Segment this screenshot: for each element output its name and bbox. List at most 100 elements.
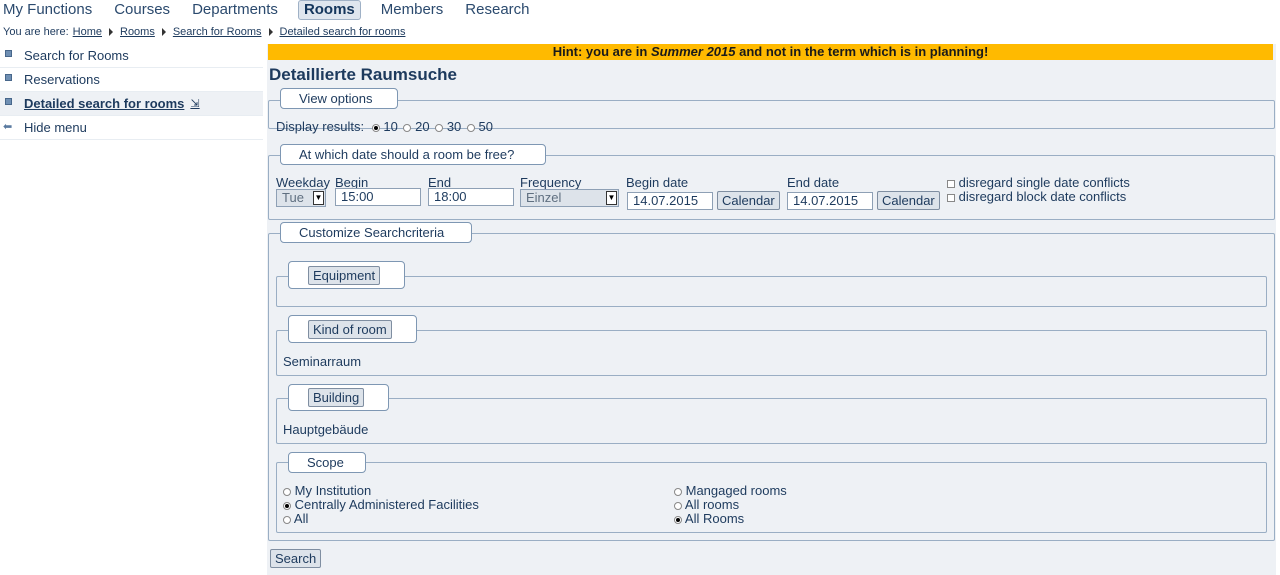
hint-text-before: Hint: you are in	[552, 44, 651, 59]
begin-date-calendar-button[interactable]: Calendar	[717, 191, 780, 210]
view-options-legend-text: View options	[299, 91, 373, 106]
sidebar-item-label: Reservations	[24, 72, 100, 87]
mouse-cursor-icon: ⇲	[190, 98, 200, 110]
search-button[interactable]: Search	[270, 549, 322, 568]
date-legend: At which date should a room be free?	[280, 144, 546, 165]
bullet-icon	[5, 50, 12, 57]
bullet-icon	[5, 74, 12, 81]
end-date-input[interactable]: 14.07.2015	[787, 192, 873, 210]
scope-my-institution-label: My Institution	[294, 483, 372, 498]
weekday-label: Weekday	[276, 175, 330, 190]
results-20-label: 20	[415, 119, 430, 134]
nav-research[interactable]: Research	[455, 1, 539, 19]
end-date-label: End date	[787, 175, 840, 190]
scope-my-institution-option: My Institution	[283, 483, 371, 498]
results-30-radio[interactable]	[435, 123, 444, 132]
disregard-block-checkbox[interactable]	[947, 193, 955, 202]
dropdown-arrow-icon: ▼	[313, 191, 324, 205]
breadcrumb-prefix: You are here:	[3, 26, 69, 38]
disregard-single-checkbox[interactable]	[947, 179, 955, 188]
breadcrumb-home[interactable]: Home	[73, 26, 102, 38]
criteria-legend-text: Customize Searchcriteria	[299, 225, 445, 240]
scope-central-facilities-label: Centrally Administered Facilities	[294, 497, 479, 512]
equipment-fieldset	[276, 276, 1267, 307]
breadcrumb-search-for-rooms[interactable]: Search for Rooms	[173, 26, 262, 38]
frequency-label: Frequency	[520, 175, 582, 190]
scope-all-label: All	[293, 511, 309, 526]
breadcrumb-detailed-search[interactable]: Detailed search for rooms	[280, 26, 406, 38]
view-options-legend: View options	[280, 88, 398, 109]
sidebar-item-label: Hide menu	[24, 120, 87, 135]
end-date-calendar-button[interactable]: Calendar	[877, 191, 940, 210]
main-content: Hint: you are in Summer 2015 and not in …	[267, 44, 1276, 575]
nav-courses[interactable]: Courses	[104, 1, 180, 19]
scope-my-institution-radio[interactable]	[283, 487, 291, 496]
hint-term: Summer 2015	[650, 44, 736, 59]
results-50-label: 50	[478, 119, 494, 134]
nav-members[interactable]: Members	[371, 1, 454, 19]
scope-all-rooms-option: All rooms	[674, 497, 739, 512]
scope-central-facilities-radio[interactable]	[283, 501, 291, 510]
nav-rooms[interactable]: Rooms	[297, 0, 361, 20]
scope-managed-rooms-radio[interactable]	[674, 487, 682, 496]
display-results-label: Display results:	[276, 119, 365, 134]
building-value: Hauptgebäude	[283, 422, 369, 437]
disregard-single-option: disregard single date conflicts	[947, 175, 1130, 190]
equipment-legend: Equipment	[288, 261, 405, 289]
breadcrumb-separator-icon	[161, 28, 166, 36]
building-button[interactable]: Building	[308, 388, 365, 407]
sidebar-item-hide-menu[interactable]: ⬅ Hide menu	[0, 116, 263, 140]
kind-of-room-button[interactable]: Kind of room	[308, 319, 392, 339]
scope-all-rooms-radio[interactable]	[674, 501, 682, 510]
scope-all-option: All	[283, 511, 308, 526]
kind-of-room-fieldset	[276, 330, 1267, 376]
sidebar-item-search-for-rooms[interactable]: Search for Rooms	[0, 44, 263, 68]
results-30-label: 30	[446, 119, 462, 134]
results-20-radio[interactable]	[403, 123, 412, 132]
scope-all-rooms-label: All rooms	[684, 497, 740, 512]
breadcrumb-separator-icon	[109, 28, 113, 36]
building-fieldset	[276, 398, 1267, 444]
results-10-radio[interactable]	[371, 123, 380, 132]
hint-text-after: and not in the term which is in planning…	[735, 44, 989, 59]
date-legend-text: At which date should a room be free?	[299, 147, 515, 162]
top-navigation: My Functions Courses Departments Rooms M…	[0, 0, 542, 20]
results-50-radio[interactable]	[466, 123, 475, 132]
disregard-single-label: disregard single date conflicts	[958, 175, 1130, 190]
scope-managed-rooms-label: Mangaged rooms	[685, 483, 787, 498]
kind-of-room-legend: Kind of room	[288, 315, 417, 343]
scope-all-rooms-global-label: All Rooms	[684, 511, 745, 526]
frequency-value: Einzel	[526, 190, 562, 205]
breadcrumb-separator-icon	[268, 28, 273, 36]
sidebar: Search for Rooms Reservations Detailed s…	[0, 44, 263, 140]
disregard-block-label: disregard block date conflicts	[958, 189, 1127, 204]
scope-all-rooms-global-option: All Rooms	[674, 511, 744, 526]
nav-my-functions[interactable]: My Functions	[0, 1, 102, 19]
building-legend: Building	[288, 384, 389, 411]
dropdown-arrow-icon: ▼	[606, 191, 617, 205]
kind-of-room-value: Seminarraum	[283, 354, 362, 369]
end-time-input[interactable]: 18:00	[428, 188, 514, 206]
sidebar-item-detailed-search[interactable]: Detailed search for rooms ⇲	[0, 92, 263, 116]
begin-time-input[interactable]: 15:00	[335, 188, 421, 206]
frequency-select[interactable]: Einzel ▼	[520, 189, 619, 207]
bullet-icon	[5, 98, 12, 105]
breadcrumb-rooms[interactable]: Rooms	[120, 26, 155, 38]
sidebar-item-reservations[interactable]: Reservations	[0, 68, 263, 92]
sidebar-item-label: Detailed search for rooms	[24, 96, 185, 111]
nav-departments[interactable]: Departments	[182, 1, 288, 19]
begin-date-input[interactable]: 14.07.2015	[627, 192, 713, 210]
begin-date-label: Begin date	[626, 175, 689, 190]
scope-central-facilities-option: Centrally Administered Facilities	[283, 497, 479, 512]
scope-legend-text: Scope	[307, 455, 344, 470]
display-results-group: Display results: 10 20 30 50	[276, 119, 493, 134]
scope-all-rooms-global-radio[interactable]	[674, 515, 682, 524]
weekday-value: Tue	[282, 190, 304, 205]
weekday-select[interactable]: Tue ▼	[276, 189, 326, 207]
results-10-label: 10	[383, 119, 398, 134]
term-hint-banner: Hint: you are in Summer 2015 and not in …	[268, 44, 1273, 60]
scope-all-radio[interactable]	[283, 515, 291, 524]
back-arrow-icon: ⬅	[3, 121, 13, 133]
equipment-button[interactable]: Equipment	[308, 265, 381, 285]
sidebar-item-label: Search for Rooms	[24, 48, 129, 63]
